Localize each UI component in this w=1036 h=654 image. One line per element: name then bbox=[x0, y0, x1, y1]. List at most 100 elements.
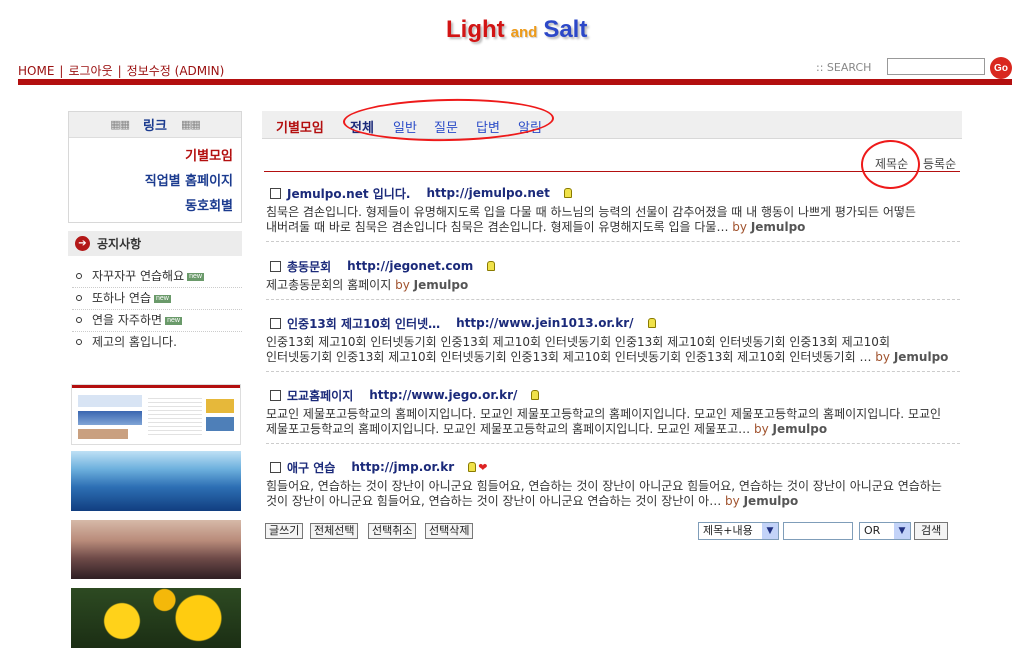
post-author: Jemulpo bbox=[413, 278, 469, 292]
search-operator-select[interactable]: OR ▼ bbox=[859, 522, 911, 540]
dandelion-banner-image[interactable] bbox=[71, 588, 241, 648]
post-divider bbox=[266, 299, 960, 300]
grid-ornament-icon: ▦▦ bbox=[180, 118, 201, 131]
notice-item[interactable]: 자꾸자꾸 연습해요 new bbox=[72, 266, 242, 288]
lightbulb-icon bbox=[487, 261, 496, 271]
link-club[interactable]: 동호회별 bbox=[69, 194, 241, 219]
lake-banner-image[interactable] bbox=[71, 520, 241, 579]
chevron-down-icon: ▼ bbox=[762, 523, 778, 539]
logout-link[interactable]: 로그아웃 bbox=[68, 64, 112, 78]
bullet-icon bbox=[76, 295, 82, 301]
logo-word-and: and bbox=[510, 24, 538, 41]
post-checkbox[interactable] bbox=[270, 260, 281, 272]
post-url[interactable]: http://www.jein1013.or.kr/ bbox=[456, 316, 633, 330]
post-body: 모교인 제물포고등학교의 홈페이지입니다. 모교인 제물포고등학교의 홈페이지입… bbox=[266, 407, 942, 436]
logo-word-salt: Salt bbox=[543, 16, 588, 43]
tab-general[interactable]: 일반 bbox=[393, 117, 417, 136]
heart-icon: ❤ bbox=[478, 460, 488, 474]
write-button[interactable]: 글쓰기 bbox=[265, 523, 304, 539]
post-item: Jemulpo.net 입니다. http://jemulpo.net 침묵은 겸… bbox=[266, 183, 960, 242]
post-divider bbox=[266, 371, 960, 372]
post-body: 침묵은 겸손입니다. 형제들이 유명해지도록 입을 다물 때 하느님의 능력의 … bbox=[266, 205, 916, 234]
links-box: ▦▦ 링크 ▦▦ 기별모임 직업별 홈페이지 동호회별 bbox=[68, 111, 242, 223]
notice-item[interactable]: 제고의 홈입니다. bbox=[72, 332, 242, 353]
post-checkbox[interactable] bbox=[270, 389, 281, 401]
notice-header[interactable]: ➔ 공지사항 bbox=[68, 231, 242, 256]
lightbulb-icon bbox=[468, 462, 477, 472]
edit-profile-link[interactable]: 정보수정 (ADMIN) bbox=[127, 64, 225, 78]
post-by: by bbox=[753, 422, 769, 436]
post-title[interactable]: 인중13회 제고10회 인터넷… bbox=[287, 315, 440, 332]
post-author: Jemulpo bbox=[750, 220, 806, 234]
banner-screenshot-thumb[interactable] bbox=[71, 384, 241, 445]
search-field-select[interactable]: 제목+내용 ▼ bbox=[698, 522, 779, 540]
home-link[interactable]: HOME bbox=[18, 64, 54, 78]
keyword-input[interactable] bbox=[783, 522, 853, 540]
deselect-button[interactable]: 선택취소 bbox=[368, 523, 417, 539]
post-by: by bbox=[395, 278, 410, 292]
search-field-value: 제목+내용 bbox=[703, 524, 753, 537]
post-checkbox[interactable] bbox=[270, 317, 281, 329]
search-label: :: SEARCH bbox=[816, 61, 872, 74]
post-url[interactable]: http://jmp.or.kr bbox=[351, 460, 454, 474]
tab-notice[interactable]: 알림 bbox=[518, 117, 542, 136]
post-body: 인중13회 제고10회 인터넷동기회 인중13회 제고10회 인터넷동기회 인중… bbox=[266, 335, 890, 364]
link-class-meeting[interactable]: 기별모임 bbox=[69, 144, 241, 169]
notice-item-text: 또하나 연습 bbox=[92, 291, 152, 305]
post-title[interactable]: 모교홈페이지 bbox=[287, 387, 353, 404]
new-badge: new bbox=[165, 316, 182, 325]
delete-selected-button[interactable]: 선택삭제 bbox=[425, 523, 474, 539]
post-item: 인중13회 제고10회 인터넷… http://www.jein1013.or.k… bbox=[266, 313, 960, 372]
top-divider-bar bbox=[18, 79, 1012, 85]
select-all-button[interactable]: 전체선택 bbox=[310, 523, 359, 539]
notice-item-text: 연을 자주하면 bbox=[92, 313, 163, 327]
site-logo[interactable]: Light and Salt bbox=[446, 16, 587, 44]
notice-list: 자꾸자꾸 연습해요 new 또하나 연습 new 연을 자주하면 new 제고의 홈입… bbox=[72, 266, 242, 353]
notice-item-text: 제고의 홈입니다. bbox=[92, 335, 177, 349]
post-by: by bbox=[725, 494, 740, 508]
notice-title: 공지사항 bbox=[97, 237, 142, 251]
links-header: ▦▦ 링크 ▦▦ bbox=[69, 112, 241, 138]
search-button[interactable]: 검색 bbox=[914, 522, 949, 540]
lightbulb-icon bbox=[647, 318, 656, 328]
post-url[interactable]: http://jemulpo.net bbox=[426, 186, 549, 200]
lightbulb-icon bbox=[563, 188, 572, 198]
category-title: 기별모임 bbox=[276, 121, 324, 136]
post-body: 힘들어요, 연습하는 것이 장난이 아니군요 힘들어요, 연습하는 것이 장난이… bbox=[266, 479, 942, 508]
bullet-icon bbox=[76, 339, 82, 345]
notice-item[interactable]: 연을 자주하면 new bbox=[72, 310, 242, 332]
post-item: 모교홈페이지 http://www.jego.or.kr/ 모교인 제물포고등학교… bbox=[266, 385, 960, 444]
post-url[interactable]: http://jegonet.com bbox=[347, 259, 473, 273]
post-checkbox[interactable] bbox=[270, 187, 281, 199]
post-title[interactable]: 총동문회 bbox=[287, 258, 331, 275]
post-title[interactable]: Jemulpo.net 입니다. bbox=[287, 185, 410, 202]
post-checkbox[interactable] bbox=[270, 461, 281, 473]
link-job-homepage[interactable]: 직업별 홈페이지 bbox=[69, 169, 241, 194]
post-author: Jemulpo bbox=[893, 350, 949, 364]
mountain-banner-image[interactable] bbox=[71, 451, 241, 511]
notice-item[interactable]: 또하나 연습 new bbox=[72, 288, 242, 310]
list-top-divider bbox=[264, 171, 960, 172]
grid-ornament-icon: ▦▦ bbox=[110, 118, 130, 131]
search-input[interactable] bbox=[887, 58, 985, 75]
post-url[interactable]: http://www.jego.or.kr/ bbox=[369, 388, 517, 402]
post-by: by bbox=[732, 220, 747, 234]
logo-word-light: Light bbox=[446, 16, 505, 43]
chevron-down-icon: ▼ bbox=[894, 523, 910, 539]
sort-by-title[interactable]: 제목순 bbox=[875, 155, 908, 172]
tab-answer[interactable]: 답변 bbox=[476, 117, 500, 136]
top-nav: HOME | 로그아웃 | 정보수정 (ADMIN) bbox=[18, 62, 224, 79]
links-title: 링크 bbox=[143, 119, 167, 134]
tab-all[interactable]: 전체 bbox=[350, 117, 374, 136]
go-button[interactable]: Go bbox=[990, 57, 1012, 79]
post-by: by bbox=[875, 350, 890, 364]
nav-separator: | bbox=[117, 64, 122, 78]
nav-separator: | bbox=[59, 64, 64, 78]
tab-question[interactable]: 질문 bbox=[434, 117, 458, 136]
post-title[interactable]: 애구 연습 bbox=[287, 459, 335, 476]
post-divider bbox=[266, 443, 960, 444]
post-divider bbox=[266, 241, 960, 242]
arrow-right-icon: ➔ bbox=[75, 236, 90, 251]
post-body: 제고총동문회의 홈페이지 bbox=[266, 278, 392, 292]
sort-by-date[interactable]: 등록순 bbox=[923, 155, 956, 172]
